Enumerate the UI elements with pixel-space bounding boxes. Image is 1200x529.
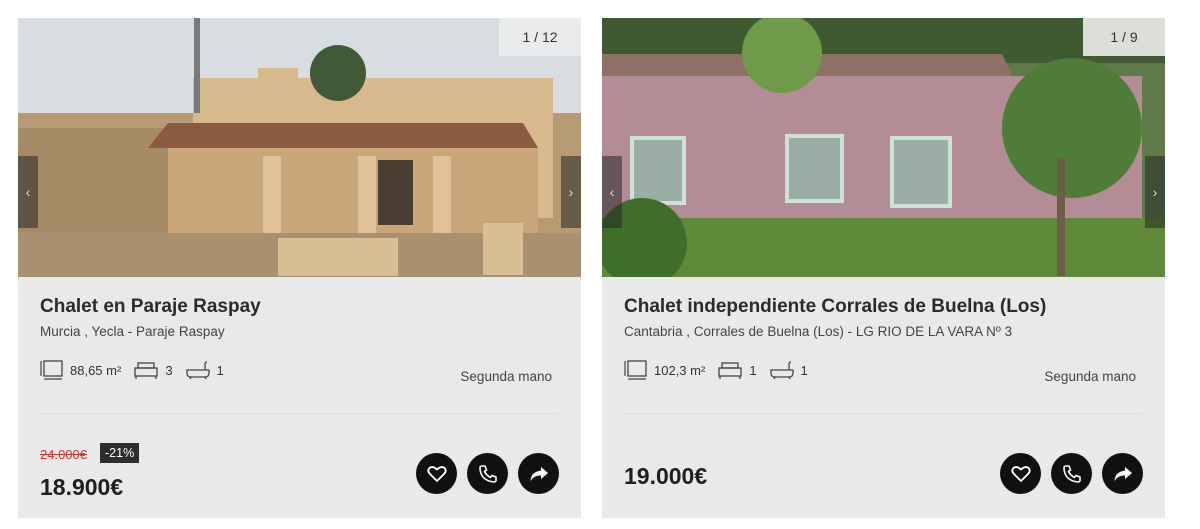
area-value: 88,65 m² xyxy=(70,362,122,378)
divider xyxy=(624,413,1143,414)
listing-card[interactable]: 1 / 12 ‹ › Chalet en Paraje Raspay Murci… xyxy=(18,18,581,518)
heart-icon xyxy=(426,465,447,482)
bathtub-icon xyxy=(185,361,210,380)
image-counter: 1 / 12 xyxy=(499,18,581,56)
condition-label: Segunda mano xyxy=(1044,369,1136,384)
listing-photo[interactable]: 1 / 9 ‹ › xyxy=(602,18,1165,277)
listing-location: Murcia , Yecla - Paraje Raspay xyxy=(40,324,225,339)
condition-label: Segunda mano xyxy=(460,369,552,384)
favorite-button[interactable] xyxy=(416,453,457,494)
old-price: 24.000€ xyxy=(40,447,87,462)
feature-bathrooms: 1 xyxy=(185,360,224,380)
call-button[interactable] xyxy=(1051,453,1092,494)
listing-actions xyxy=(990,453,1143,494)
bathrooms-value: 1 xyxy=(216,362,224,378)
share-icon xyxy=(1114,466,1132,481)
share-button[interactable] xyxy=(518,453,559,494)
feature-bedrooms: 1 xyxy=(717,360,757,380)
chevron-left-icon[interactable]: ‹ xyxy=(18,156,38,228)
listing-photo[interactable]: 1 / 12 ‹ › xyxy=(18,18,581,277)
listing-title[interactable]: Chalet en Paraje Raspay xyxy=(40,296,261,318)
bathtub-icon xyxy=(769,361,794,380)
floor-plan-icon xyxy=(40,360,63,380)
feature-area: 102,3 m² xyxy=(624,359,705,381)
share-button[interactable] xyxy=(1102,453,1143,494)
listing-actions xyxy=(406,453,559,494)
listing-price: 18.900€ xyxy=(40,474,124,500)
house-photo-image xyxy=(18,18,581,277)
chevron-right-icon[interactable]: › xyxy=(1145,156,1165,228)
heart-icon xyxy=(1010,465,1031,482)
call-button[interactable] xyxy=(467,453,508,494)
share-icon xyxy=(530,466,548,481)
feature-area: 88,65 m² xyxy=(40,359,121,381)
bed-icon xyxy=(134,362,158,379)
phone-icon xyxy=(478,464,497,483)
listing-title[interactable]: Chalet independiente Corrales de Buelna … xyxy=(624,296,1046,318)
divider xyxy=(40,413,559,414)
bed-icon xyxy=(718,362,742,379)
bedrooms-value: 1 xyxy=(749,362,757,378)
listing-features: 102,3 m² 1 1 xyxy=(624,359,820,381)
image-counter: 1 / 9 xyxy=(1083,18,1165,56)
feature-bedrooms: 3 xyxy=(133,360,173,380)
phone-icon xyxy=(1062,464,1081,483)
listing-features: 88,65 m² 3 1 xyxy=(40,359,236,381)
listing-card[interactable]: 1 / 9 ‹ › Chalet independiente Corrales … xyxy=(602,18,1165,518)
discount-badge: -21% xyxy=(100,443,140,463)
favorite-button[interactable] xyxy=(1000,453,1041,494)
chevron-right-icon[interactable]: › xyxy=(561,156,581,228)
feature-bathrooms: 1 xyxy=(769,360,808,380)
area-value: 102,3 m² xyxy=(654,362,706,378)
house-photo-image xyxy=(602,18,1165,277)
floor-plan-icon xyxy=(624,360,647,380)
listing-price: 19.000€ xyxy=(624,463,708,489)
bedrooms-value: 3 xyxy=(165,362,173,378)
bathrooms-value: 1 xyxy=(800,362,808,378)
listing-location: Cantabria , Corrales de Buelna (Los) - L… xyxy=(624,324,1013,339)
chevron-left-icon[interactable]: ‹ xyxy=(602,156,622,228)
